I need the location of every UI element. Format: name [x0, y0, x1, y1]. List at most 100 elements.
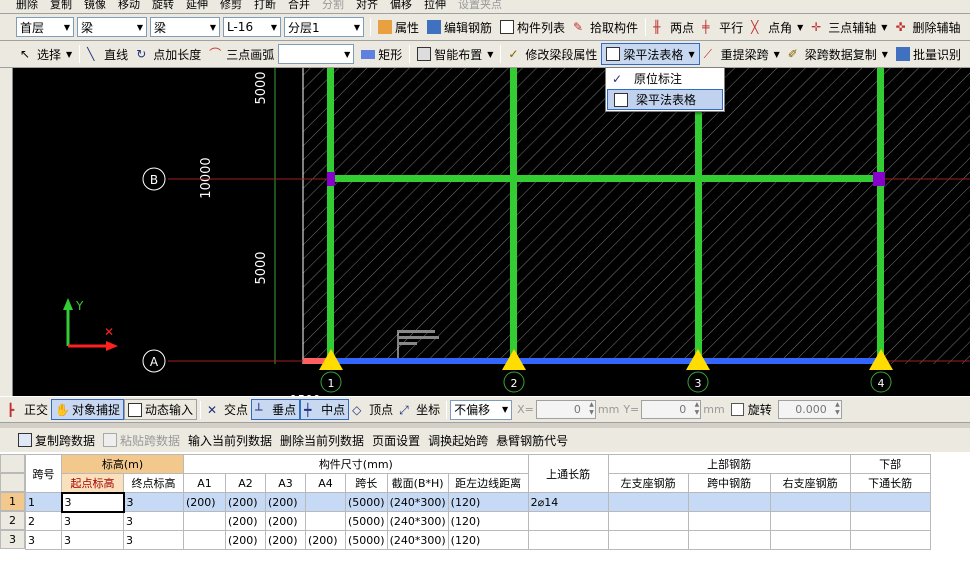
- perpendicular-button[interactable]: ┴ 垂点: [251, 399, 301, 420]
- cell-section[interactable]: (240*300): [386, 492, 449, 512]
- cell-a3[interactable]: (200): [265, 511, 306, 531]
- row-header[interactable]: 3: [0, 530, 25, 549]
- rotate-button[interactable]: 旋转: [152, 0, 174, 12]
- delete-axis-button[interactable]: ✜ 删除辅轴: [891, 16, 964, 38]
- rotate-checkbox[interactable]: [730, 403, 744, 416]
- split-button[interactable]: 分割: [322, 0, 344, 12]
- type-combo[interactable]: 梁 ▼: [77, 17, 147, 37]
- modify-span-button[interactable]: ✓ 修改梁段属性: [504, 43, 601, 65]
- extend-button[interactable]: 延伸: [186, 0, 208, 12]
- header-right-seat[interactable]: 右支座钢筋: [769, 473, 851, 493]
- move-button[interactable]: 移动: [118, 0, 140, 12]
- cell-mid-span[interactable]: [687, 530, 771, 550]
- cell-start-elev[interactable]: 3: [61, 530, 124, 550]
- cell-bottom-through[interactable]: [849, 511, 931, 531]
- arc-combo[interactable]: ▼: [278, 44, 355, 64]
- object-snap-button[interactable]: ✋ 对象捕捉: [51, 399, 125, 420]
- re-span-button[interactable]: ⟋ 重提梁跨 ▼: [700, 43, 784, 65]
- menu-item-inline-annotation[interactable]: ✓ 原位标注: [606, 68, 724, 89]
- header-offset[interactable]: 距左边线距离: [447, 473, 529, 493]
- subtype-combo[interactable]: 梁 ▼: [150, 17, 220, 37]
- swap-start-span-button[interactable]: 调换起始跨: [424, 432, 492, 449]
- offset-button[interactable]: 偏移: [390, 0, 412, 12]
- batch-identify-button[interactable]: 批量识别: [892, 43, 965, 65]
- parallel-button[interactable]: ╪ 平行: [698, 16, 747, 38]
- cell-a4[interactable]: (200): [305, 530, 346, 550]
- cell-a2[interactable]: (200): [225, 530, 266, 550]
- cell-start-elev[interactable]: 3: [61, 511, 124, 531]
- cell-end-elev[interactable]: 3: [123, 530, 184, 550]
- delete-column-button[interactable]: 删除当前列数据: [276, 432, 368, 449]
- merge-button[interactable]: 合并: [288, 0, 310, 12]
- cell-left-seat[interactable]: [607, 492, 689, 512]
- intersection-button[interactable]: ✕ 交点: [204, 399, 251, 420]
- page-setup-button[interactable]: 页面设置: [368, 432, 424, 449]
- header-elevation[interactable]: 标高(m): [61, 454, 184, 474]
- point-angle-button[interactable]: ╳ 点角 ▼: [747, 16, 807, 38]
- header-a1[interactable]: A1: [183, 473, 226, 493]
- header-top-rebar[interactable]: 上部钢筋: [607, 454, 851, 474]
- header-span-no[interactable]: 跨号: [25, 454, 62, 493]
- coordinate-button[interactable]: ⤢ 坐标: [396, 399, 443, 420]
- pick-member-button[interactable]: ✎ 拾取构件: [569, 16, 642, 38]
- cell-span[interactable]: 1: [25, 492, 62, 512]
- trim-button[interactable]: 修剪: [220, 0, 242, 12]
- layer-combo[interactable]: 分层1 ▼: [284, 17, 364, 37]
- table-row[interactable]: 2 3 3 (200) (200) (5000) (240*300) (120): [25, 511, 931, 531]
- mirror-button[interactable]: 镜像: [84, 0, 106, 12]
- vertex-button[interactable]: ◇ 顶点: [349, 399, 396, 420]
- rotate-input[interactable]: 0.000 ▲ ▼: [777, 400, 842, 419]
- three-point-arc-button[interactable]: ⌒ 三点画弧: [205, 43, 278, 65]
- set-grip-button[interactable]: 设置夹点: [458, 0, 502, 12]
- cell-a1[interactable]: [183, 511, 226, 531]
- align-button[interactable]: 对齐: [356, 0, 378, 12]
- y-input[interactable]: 0 ▲ ▼: [641, 400, 702, 419]
- header-left-seat[interactable]: 左支座钢筋: [607, 473, 689, 493]
- x-input[interactable]: 0 ▲ ▼: [535, 400, 596, 419]
- three-point-axis-button[interactable]: ✛ 三点辅轴 ▼: [807, 16, 891, 38]
- cell-right-seat[interactable]: [769, 511, 851, 531]
- cell-offset[interactable]: (120): [447, 530, 529, 550]
- header-bottom-through[interactable]: 下通长筋: [849, 473, 931, 493]
- midpoint-button[interactable]: ┿ 中点: [300, 399, 350, 420]
- paste-span-data-button[interactable]: 粘贴跨数据: [99, 432, 184, 449]
- cell-bottom-through[interactable]: [849, 530, 931, 550]
- offset-combo[interactable]: 不偏移 ▼: [450, 399, 513, 420]
- smart-layout-button[interactable]: 智能布置 ▼: [413, 43, 497, 65]
- cell-mid-span[interactable]: [687, 492, 771, 512]
- table-row[interactable]: 1 3 3 (200) (200) (200) (5000) (240*300)…: [25, 491, 931, 513]
- cell-top-through[interactable]: 2⌀14: [527, 492, 609, 512]
- cell-a1[interactable]: (200): [183, 492, 226, 512]
- copy-span-data-button[interactable]: ✐ 梁跨数据复制 ▼: [784, 43, 892, 65]
- drawing-canvas[interactable]: 5000 10000 5000 B A 1 2 3 4 Y ✕: [13, 68, 970, 396]
- property-button[interactable]: 属性: [374, 16, 423, 38]
- header-a3[interactable]: A3: [265, 473, 306, 493]
- header-a2[interactable]: A2: [225, 473, 266, 493]
- header-bottom[interactable]: 下部: [849, 454, 931, 474]
- table-row[interactable]: 3 3 3 (200) (200) (200) (5000) (240*300)…: [25, 530, 931, 550]
- cell-end-elev[interactable]: 3: [123, 511, 184, 531]
- line-button[interactable]: ╲ 直线: [83, 43, 132, 65]
- header-end-elev[interactable]: 终点标高: [123, 473, 184, 493]
- cell-span[interactable]: 2: [25, 511, 62, 531]
- cell-mid-span[interactable]: [687, 511, 771, 531]
- edit-rebar-button[interactable]: 编辑钢筋: [423, 16, 496, 38]
- row-header[interactable]: 2: [0, 511, 25, 530]
- cell-a3[interactable]: (200): [265, 492, 306, 512]
- delete-button[interactable]: 删除: [16, 0, 38, 12]
- select-button[interactable]: ↖ 选择 ▼: [16, 43, 76, 65]
- cell-right-seat[interactable]: [769, 492, 851, 512]
- cell-span-length[interactable]: (5000): [345, 492, 388, 512]
- stretch-button[interactable]: 拉伸: [424, 0, 446, 12]
- header-span-length[interactable]: 跨长: [345, 473, 388, 493]
- input-column-button[interactable]: 输入当前列数据: [184, 432, 276, 449]
- cell-end-elev[interactable]: 3: [123, 492, 184, 512]
- beam-table-button[interactable]: 梁平法表格 ▼: [601, 43, 700, 65]
- cell-a3[interactable]: (200): [265, 530, 306, 550]
- cell-span-length[interactable]: (5000): [345, 530, 388, 550]
- rect-button[interactable]: 矩形: [357, 43, 406, 65]
- header-mid-span[interactable]: 跨中钢筋: [687, 473, 771, 493]
- two-points-button[interactable]: ╫ 两点: [649, 16, 698, 38]
- copy-button[interactable]: 复制: [50, 0, 72, 12]
- row-header[interactable]: 1: [0, 492, 25, 511]
